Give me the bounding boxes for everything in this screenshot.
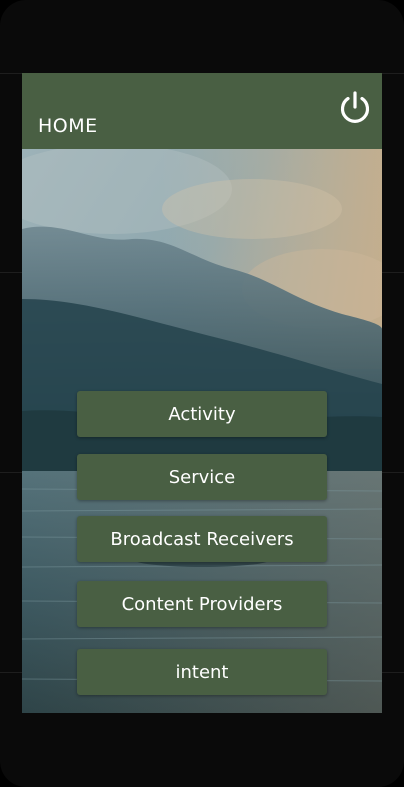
power-button[interactable] xyxy=(336,89,374,127)
app-screen: HOME Activity Service Broadcast Receiver… xyxy=(22,73,382,713)
service-button[interactable]: Service xyxy=(77,454,327,500)
device-frame: HOME Activity Service Broadcast Receiver… xyxy=(0,0,404,787)
app-bar: HOME xyxy=(22,73,382,149)
intent-button[interactable]: intent xyxy=(77,649,327,695)
page-title: HOME xyxy=(38,115,98,137)
activity-button[interactable]: Activity xyxy=(77,391,327,437)
broadcast-receivers-button[interactable]: Broadcast Receivers xyxy=(77,516,327,562)
power-icon xyxy=(340,91,370,123)
content-providers-button[interactable]: Content Providers xyxy=(77,581,327,627)
